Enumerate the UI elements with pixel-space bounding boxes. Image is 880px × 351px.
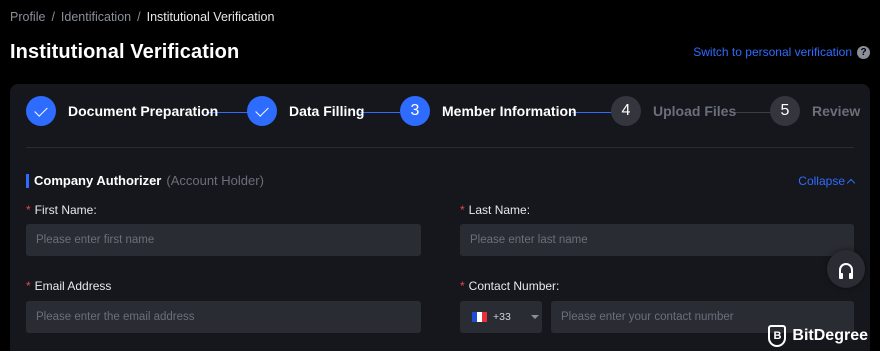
breadcrumb: Profile / Identification / Institutional… [10,10,274,24]
step-label: Review [812,103,861,119]
step-label: Data Filling [289,103,365,119]
verification-card: Document Preparation Data Filling 3 Memb… [10,84,870,351]
step-upload-files: 4 Upload Files [611,96,736,126]
step-number: 5 [770,96,800,126]
headset-icon [839,263,853,279]
help-icon[interactable]: ? [857,45,870,59]
step-number: 3 [400,96,430,126]
required-mark: * [460,203,465,217]
step-connector [360,112,400,113]
contact-number-label-text: Contact Number: [468,279,560,293]
section-title: Company Authorizer [34,173,162,188]
collapse-button[interactable]: Collapse [798,174,856,188]
watermark-text: BitDegree [792,327,868,344]
switch-link-label: Switch to personal verification [693,45,852,59]
step-check-icon [26,96,56,126]
section-accent-bar [26,173,29,188]
step-label: Upload Files [653,103,737,119]
step-review: 5 Review [770,96,860,126]
first-name-label-text: First Name: [34,203,97,217]
country-code-select[interactable]: +33 [460,301,542,333]
page-title: Institutional Verification [10,41,240,63]
collapse-label: Collapse [798,174,845,188]
step-data-filling: Data Filling [247,96,364,126]
last-name-label-text: Last Name: [468,203,531,217]
email-label: * Email Address [26,279,111,293]
step-document-preparation: Document Preparation [26,96,218,126]
email-input[interactable] [26,301,421,333]
breadcrumb-current: Institutional Verification [146,10,275,24]
step-number: 4 [611,96,641,126]
email-label-text: Email Address [34,279,112,293]
required-mark: * [460,279,465,293]
country-code-value: +33 [493,311,511,323]
first-name-label: * First Name: [26,203,97,217]
step-label: Member Information [442,103,577,119]
breadcrumb-separator: / [51,10,55,24]
section-header: Company Authorizer (Account Holder) [26,173,264,188]
switch-personal-verification-link[interactable]: Switch to personal verification ? [693,45,870,59]
france-flag-icon [472,312,487,322]
breadcrumb-profile[interactable]: Profile [10,10,45,24]
customer-support-button[interactable] [827,250,865,288]
contact-number-label: * Contact Number: [460,279,559,293]
step-label: Document Preparation [68,103,219,119]
step-connector [572,112,612,113]
breadcrumb-separator: / [137,10,141,24]
divider [26,147,854,148]
bitdegree-logo-icon: B [768,325,787,347]
section-subtitle: (Account Holder) [166,173,264,188]
bitdegree-watermark: B BitDegree [768,325,868,347]
step-connector [731,112,771,113]
first-name-input[interactable] [26,224,421,256]
required-mark: * [26,279,31,293]
step-check-icon [247,96,277,126]
step-member-information: 3 Member Information [400,96,577,126]
stepper: Document Preparation Data Filling 3 Memb… [26,96,860,130]
last-name-input[interactable] [460,224,854,256]
required-mark: * [26,203,31,217]
last-name-label: * Last Name: [460,203,530,217]
breadcrumb-identification[interactable]: Identification [61,10,131,24]
chevron-up-icon [846,178,856,187]
chevron-down-icon [530,315,539,319]
